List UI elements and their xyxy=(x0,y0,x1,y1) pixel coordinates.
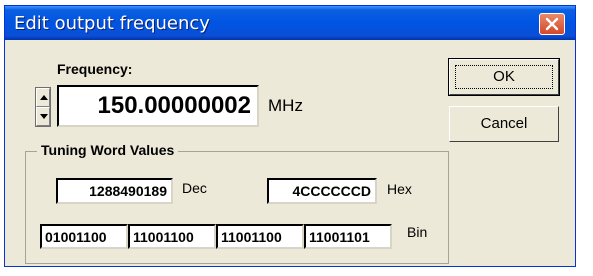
bin-value-4: 11001101 xyxy=(309,229,370,245)
hex-label: Hex xyxy=(387,181,412,197)
close-icon xyxy=(545,17,559,31)
frequency-input[interactable]: 150.00000002 xyxy=(57,85,259,127)
dialog-title: Edit output frequency xyxy=(14,13,210,34)
title-bar[interactable]: Edit output frequency xyxy=(5,6,575,40)
arrow-up-icon xyxy=(40,95,48,100)
bin-value-1: 01001100 xyxy=(45,229,107,245)
bin-label: Bin xyxy=(407,224,428,240)
hex-value-field[interactable]: 4CCCCCCD xyxy=(267,178,377,204)
bin-value-2: 11001100 xyxy=(133,229,194,245)
arrow-down-icon xyxy=(40,114,48,119)
cancel-button[interactable]: Cancel xyxy=(449,106,559,142)
frequency-unit: MHz xyxy=(268,96,303,115)
spin-up-button[interactable] xyxy=(36,88,50,107)
bin-value-field-1[interactable]: 01001100 xyxy=(40,224,128,249)
frequency-label: Frequency: xyxy=(57,61,133,77)
tuning-word-group-label: Tuning Word Values xyxy=(37,142,179,158)
close-button[interactable] xyxy=(539,13,565,35)
hex-value: 4CCCCCCD xyxy=(292,183,371,199)
frequency-value: 150.00000002 xyxy=(97,92,252,119)
dec-value: 1288490189 xyxy=(89,183,167,199)
bin-value-field-4[interactable]: 11001101 xyxy=(304,224,392,249)
bin-value-field-3[interactable]: 11001100 xyxy=(216,224,304,249)
ok-button[interactable]: OK xyxy=(448,58,560,96)
bin-value-field-2[interactable]: 11001100 xyxy=(128,224,216,249)
bin-value-3: 11001100 xyxy=(221,229,282,245)
dec-label: Dec xyxy=(182,180,207,196)
dec-value-field[interactable]: 1288490189 xyxy=(56,178,173,204)
edit-frequency-dialog: Edit output frequency Frequency: 150.000… xyxy=(4,5,576,267)
cancel-button-label: Cancel xyxy=(480,115,528,132)
focus-rectangle xyxy=(455,65,553,89)
frequency-spinner[interactable] xyxy=(35,87,51,127)
spin-down-button[interactable] xyxy=(36,107,50,126)
